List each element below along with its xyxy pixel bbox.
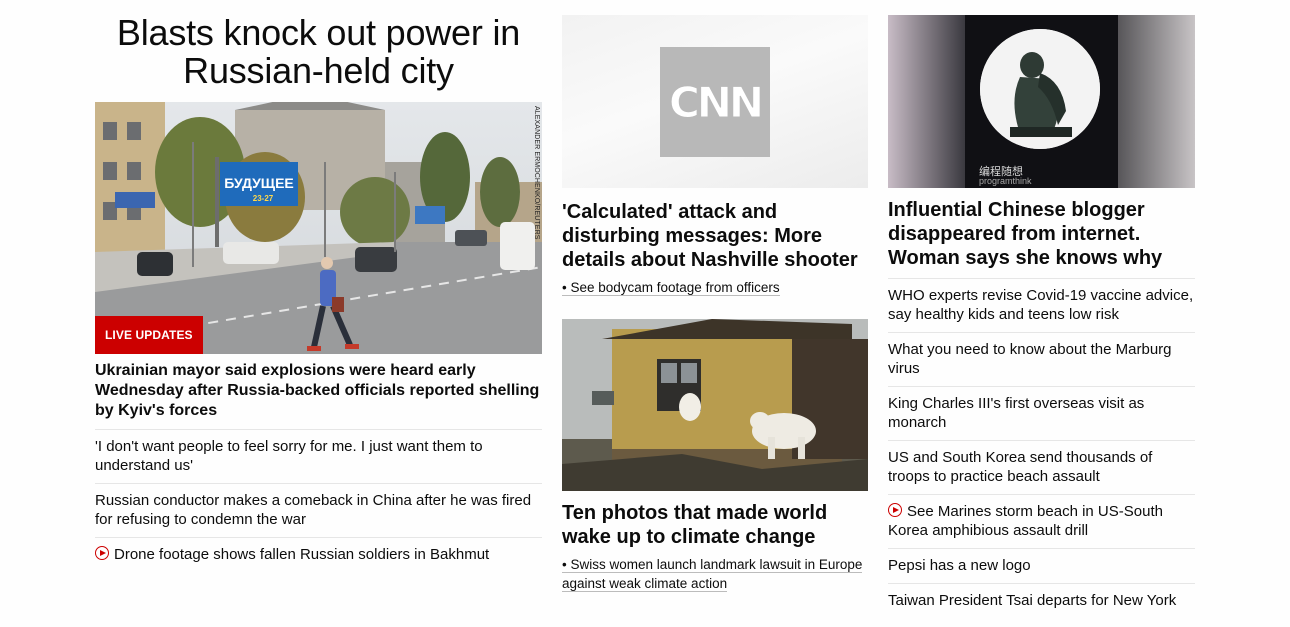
related-link[interactable]: Drone footage shows fallen Russian soldi…	[95, 537, 542, 572]
related-link-text: Drone footage shows fallen Russian soldi…	[114, 546, 490, 563]
related-link[interactable]: King Charles III's first overseas visit …	[888, 386, 1195, 440]
swiss-lawsuit-sublink[interactable]: • Swiss women launch landmark lawsuit in…	[562, 557, 863, 592]
photo-credit: ALEXANDER ERMOCHENKO/REUTERS	[533, 106, 540, 240]
related-link-text: What you need to know about the Marburg …	[888, 341, 1172, 377]
video-play-icon	[95, 546, 109, 560]
right-related-list: WHO experts revise Covid-19 vaccine advi…	[888, 278, 1195, 618]
cnn-placeholder-image[interactable]: CNN	[562, 15, 868, 188]
related-link[interactable]: See Marines storm beach in US-South Kore…	[888, 494, 1195, 548]
top-story-column: Blasts knock out power in Russian-held c…	[95, 0, 542, 572]
related-link[interactable]: WHO experts revise Covid-19 vaccine advi…	[888, 278, 1195, 332]
related-link[interactable]: US and South Korea send thousands of tro…	[888, 440, 1195, 494]
cnn-logo-box: CNN	[660, 47, 770, 157]
image-caption-english: programthink	[979, 176, 1032, 186]
bodycam-sublink[interactable]: • See bodycam footage from officers	[562, 280, 780, 296]
blogger-image[interactable]: 编程随想 programthink	[888, 15, 1195, 188]
related-link-text: 'I don't want people to feel sorry for m…	[95, 438, 483, 474]
blogger-headline[interactable]: Influential Chinese blogger disappeared …	[888, 198, 1195, 270]
related-link-text: See Marines storm beach in US-South Kore…	[888, 503, 1163, 539]
related-link-text: King Charles III's first overseas visit …	[888, 395, 1145, 431]
related-link[interactable]: Russian conductor makes a comeback in Ch…	[95, 483, 542, 537]
related-link-text: WHO experts revise Covid-19 vaccine advi…	[888, 287, 1194, 323]
blogger-image-background: 编程随想 programthink	[888, 15, 1195, 188]
related-link[interactable]: What you need to know about the Marburg …	[888, 332, 1195, 386]
nashville-headline[interactable]: 'Calculated' attack and disturbing messa…	[562, 200, 868, 272]
related-link[interactable]: Pepsi has a new logo	[888, 548, 1195, 583]
related-link[interactable]: Taiwan President Tsai departs for New Yo…	[888, 583, 1195, 618]
cnn-logo: CNN	[668, 77, 764, 127]
climate-photos-headline[interactable]: Ten photos that made world wake up to cl…	[562, 501, 868, 549]
hero-image-ukraine-street[interactable]: БУДУЩЕЕ 23-27 ALEXANDER ERMOCHENKO/REUTE…	[95, 102, 542, 354]
billboard-text: БУДУЩЕЕ	[224, 175, 294, 191]
cnn-image-background: CNN	[562, 15, 868, 188]
related-link-text: US and South Korea send thousands of tro…	[888, 449, 1153, 485]
related-link-text: Russian conductor makes a comeback in Ch…	[95, 492, 532, 528]
thinker-statue-avatar	[980, 29, 1100, 149]
right-column: 编程随想 programthink Influential Chinese bl…	[888, 15, 1195, 618]
top-story-headline[interactable]: Blasts knock out power in Russian-held c…	[95, 14, 542, 90]
thinker-statue-illustration	[980, 29, 1100, 149]
middle-column: CNN 'Calculated' attack and disturbing m…	[562, 15, 868, 593]
polar-bear-image[interactable]	[562, 319, 868, 491]
live-updates-badge[interactable]: LIVE UPDATES	[95, 316, 203, 354]
polar-bear-house-illustration	[562, 319, 868, 491]
blogger-avatar-panel: 编程随想 programthink	[965, 15, 1118, 188]
related-link[interactable]: 'I don't want people to feel sorry for m…	[95, 429, 542, 483]
video-play-icon	[888, 503, 902, 517]
related-link-text: Pepsi has a new logo	[888, 557, 1031, 574]
related-links-list: 'I don't want people to feel sorry for m…	[95, 429, 542, 572]
billboard-dates: 23-27	[253, 194, 274, 203]
lead-summary-link[interactable]: Ukrainian mayor said explosions were hea…	[95, 361, 542, 421]
related-link-text: Taiwan President Tsai departs for New Yo…	[888, 592, 1177, 609]
